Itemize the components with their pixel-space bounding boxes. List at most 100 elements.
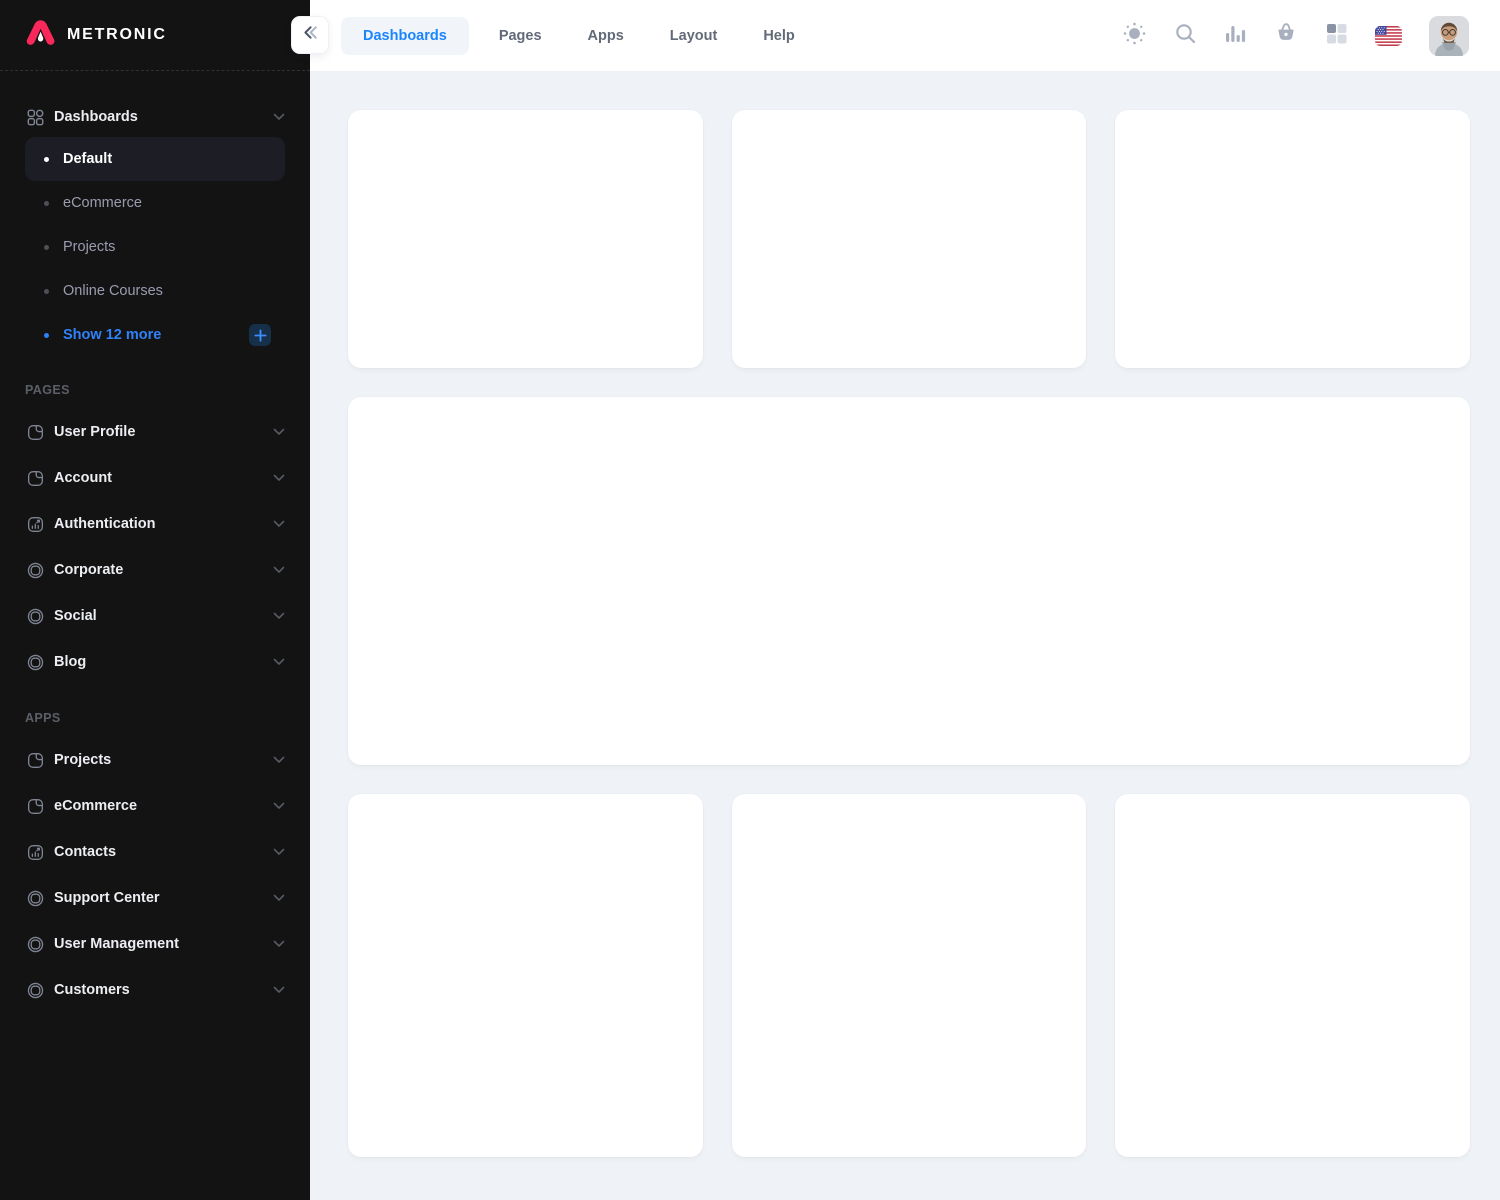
sidebar-subitem-online-courses[interactable]: Online Courses xyxy=(25,269,285,313)
dashboard-grid xyxy=(348,110,1470,1157)
avatar xyxy=(1429,43,1469,56)
sidebar-header: METRONIC xyxy=(0,0,310,71)
sidebar-item-label: Customers xyxy=(54,982,130,998)
tab-dashboards[interactable]: Dashboards xyxy=(341,17,469,55)
sidebar-subitem-label: Show 12 more xyxy=(63,327,161,343)
sidebar-item-blog[interactable]: Blog xyxy=(25,639,285,685)
sidebar-item-customers[interactable]: Customers xyxy=(25,967,285,1013)
dashboard-card-6 xyxy=(1115,794,1470,1157)
sidebar-item-label: eCommerce xyxy=(54,798,137,814)
cart-button[interactable] xyxy=(1274,21,1298,50)
chevron-down-icon xyxy=(273,520,285,528)
sidebar-item-contacts[interactable]: Contacts xyxy=(25,829,285,875)
user-menu-button[interactable] xyxy=(1429,16,1469,56)
file-icon xyxy=(25,751,45,770)
dashboard-card-5 xyxy=(732,794,1087,1157)
chevron-down-icon xyxy=(273,894,285,902)
chevron-down-icon xyxy=(273,428,285,436)
apps-launcher-button[interactable] xyxy=(1325,22,1348,50)
plus-button[interactable] xyxy=(249,324,271,346)
globe-icon xyxy=(25,935,45,954)
basket-icon xyxy=(1274,21,1298,50)
sidebar-item-label: User Management xyxy=(54,936,179,952)
tab-layout[interactable]: Layout xyxy=(654,17,734,55)
chart-square-icon xyxy=(25,515,45,534)
metronic-logo-icon xyxy=(25,19,56,52)
chevron-down-icon xyxy=(273,986,285,994)
sidebar-item-dashboards[interactable]: Dashboards xyxy=(25,97,285,137)
sidebar-item-apps-projects[interactable]: Projects xyxy=(25,737,285,783)
bar-chart-icon xyxy=(1224,22,1247,50)
sidebar-item-apps-ecommerce[interactable]: eCommerce xyxy=(25,783,285,829)
sidebar-item-social[interactable]: Social xyxy=(25,593,285,639)
theme-toggle-button[interactable] xyxy=(1122,21,1147,51)
sidebar-item-label: Authentication xyxy=(54,516,156,532)
sidebar-subitem-label: Online Courses xyxy=(63,283,163,299)
globe-icon xyxy=(25,981,45,1000)
search-button[interactable] xyxy=(1174,22,1197,50)
sidebar-item-support-center[interactable]: Support Center xyxy=(25,875,285,921)
us-flag-icon xyxy=(1375,26,1402,46)
bullet-dot xyxy=(44,201,49,206)
sidebar-item-corporate[interactable]: Corporate xyxy=(25,547,285,593)
sidebar-item-user-profile[interactable]: User Profile xyxy=(25,409,285,455)
language-selector[interactable] xyxy=(1375,26,1402,46)
sidebar-subitem-label: eCommerce xyxy=(63,195,142,211)
dashboard-card-3 xyxy=(1115,110,1470,368)
sidebar-subitem-label: Projects xyxy=(63,239,115,255)
search-icon xyxy=(1174,22,1197,50)
chart-square-icon xyxy=(25,843,45,862)
globe-icon xyxy=(25,889,45,908)
sidebar-menu: Dashboards Default eCommerce Projects On… xyxy=(0,71,310,1013)
sun-icon xyxy=(1122,21,1147,51)
stats-button[interactable] xyxy=(1224,22,1247,50)
globe-icon xyxy=(25,653,45,672)
logo-text: METRONIC xyxy=(67,26,167,44)
main-nav-tabs: Dashboards Pages Apps Layout Help xyxy=(341,17,811,55)
sidebar-item-label: Contacts xyxy=(54,844,116,860)
sidebar-subitem-projects[interactable]: Projects xyxy=(25,225,285,269)
double-chevron-left-icon xyxy=(302,25,319,45)
dashboard-card-2 xyxy=(732,110,1087,368)
sidebar-item-label: Corporate xyxy=(54,562,123,578)
dashboard-card-1 xyxy=(348,110,703,368)
sidebar-item-user-management[interactable]: User Management xyxy=(25,921,285,967)
sidebar-item-label: Dashboards xyxy=(54,109,138,125)
sidebar-item-label: Blog xyxy=(54,654,86,670)
globe-icon xyxy=(25,607,45,626)
sidebar-item-label: Social xyxy=(54,608,97,624)
file-icon xyxy=(25,423,45,442)
sidebar-subitem-ecommerce[interactable]: eCommerce xyxy=(25,181,285,225)
chevron-down-icon xyxy=(273,566,285,574)
file-icon xyxy=(25,797,45,816)
sidebar-item-label: User Profile xyxy=(54,424,135,440)
file-icon xyxy=(25,469,45,488)
dashboard-card-4 xyxy=(348,794,703,1157)
dashboard-card-wide xyxy=(348,397,1470,765)
sidebar-collapse-button[interactable] xyxy=(291,16,329,54)
sidebar-item-label: Account xyxy=(54,470,112,486)
chevron-down-icon xyxy=(273,612,285,620)
sidebar-subitem-label: Default xyxy=(63,151,112,167)
sidebar-item-account[interactable]: Account xyxy=(25,455,285,501)
topbar: Dashboards Pages Apps Layout Help xyxy=(310,0,1500,71)
tab-help[interactable]: Help xyxy=(747,17,810,55)
sidebar-item-label: Projects xyxy=(54,752,111,768)
main-content xyxy=(310,71,1500,1157)
globe-icon xyxy=(25,561,45,580)
bullet-dot xyxy=(44,333,49,338)
sidebar-subitem-default[interactable]: Default xyxy=(25,137,285,181)
chevron-down-icon xyxy=(273,658,285,666)
section-label-pages: PAGES xyxy=(25,357,285,409)
chevron-down-icon xyxy=(273,474,285,482)
chevron-down-icon xyxy=(273,756,285,764)
sidebar-subitem-show-more[interactable]: Show 12 more xyxy=(25,313,285,357)
chevron-down-icon xyxy=(273,848,285,856)
chevron-down-icon xyxy=(273,113,285,121)
grid-icon xyxy=(25,108,45,127)
sidebar-item-authentication[interactable]: Authentication xyxy=(25,501,285,547)
topbar-actions xyxy=(1122,16,1469,56)
sidebar: METRONIC Dashboards xyxy=(0,0,310,1200)
tab-pages[interactable]: Pages xyxy=(483,17,558,55)
tab-apps[interactable]: Apps xyxy=(572,17,640,55)
